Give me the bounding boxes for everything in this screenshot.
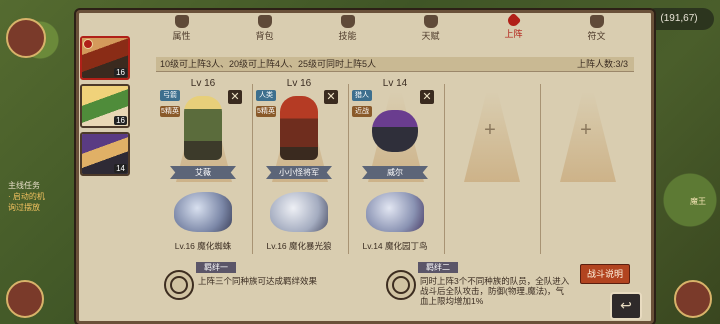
side-label: 魔王 — [690, 197, 706, 206]
deploy-slot[interactable]: Lv 14 猎人 近战 ✕ 威尔 Lv.14 魔化园丁鸟 — [348, 74, 442, 254]
quest-line: · 启动的机 — [8, 192, 45, 201]
hero-figure — [280, 96, 318, 160]
bond-section: 羁绊一 上阵三个同种族可达成羁绊效果 羁绊二 同时上阵3个不同种族的队员，全队进… — [156, 258, 634, 314]
back-button[interactable]: ↩ — [610, 292, 642, 320]
tab-label: 属性 — [172, 31, 191, 41]
hero-level: 16 — [114, 68, 127, 77]
hero-name: 威尔 — [362, 166, 428, 179]
tab-deploy[interactable]: 上阵 — [472, 12, 555, 42]
backpack-icon — [257, 15, 272, 28]
hero-name: 小小怪将军 — [266, 166, 332, 179]
hero-card[interactable]: 16 — [80, 36, 130, 80]
map-coordinates: (191,67) — [644, 8, 714, 30]
quest-line: 询过摆放 — [8, 203, 40, 212]
pet-label: Lv.16 魔化暴光狼 — [266, 241, 332, 251]
tab-label: 符文 — [587, 31, 606, 41]
class-tag: 近战 — [352, 106, 372, 117]
tab-label: 背包 — [255, 31, 274, 41]
remove-hero-button[interactable]: ✕ — [420, 90, 434, 104]
hero-figure — [184, 96, 222, 160]
deploy-slots: Lv 16 弓箭 5精英 ✕ 艾薇 Lv.16 魔化蜘蛛 Lv 16 人类 5精… — [156, 74, 634, 256]
tab-backpack[interactable]: 背包 — [223, 14, 306, 42]
slot-level: Lv 16 — [286, 78, 312, 89]
battle-help-button[interactable]: 战斗说明 — [580, 264, 630, 284]
pet-figure[interactable] — [270, 192, 328, 232]
tab-label: 天赋 — [421, 31, 440, 41]
quest-title: 主线任务 — [8, 181, 40, 190]
race-tag: 人类 — [256, 90, 276, 101]
selected-marker-icon — [83, 39, 93, 49]
deploy-count: 上阵人数:3/3 — [576, 59, 628, 69]
empty-slot[interactable]: + — [540, 74, 634, 254]
deploy-rule-text: 10级可上阵3人、20级可上阵4人、25级可同时上阵5人 — [160, 59, 377, 69]
flame-icon — [174, 15, 189, 28]
hero-figure — [372, 110, 418, 152]
hero-level: 16 — [114, 116, 127, 125]
race-tag: 弓箭 — [160, 90, 180, 101]
tab-runes[interactable]: 符文 — [555, 14, 638, 42]
race-tag: 猎人 — [352, 90, 372, 101]
bond-two: 羁绊二 同时上阵3个不同种族的队员，全队进入战斗后全队攻击，防御(物理,魔法)，… — [378, 260, 634, 310]
slot-level: Lv 14 — [382, 78, 408, 89]
tab-skills[interactable]: 技能 — [306, 14, 389, 42]
slot-level: Lv 16 — [190, 78, 216, 89]
hero-name: 艾薇 — [170, 166, 236, 179]
eye-icon — [423, 15, 438, 28]
tab-attributes[interactable]: 属性 — [140, 14, 223, 42]
player-avatar[interactable] — [6, 18, 46, 58]
add-hero-icon[interactable]: + — [480, 120, 500, 140]
bond-emblem-icon — [386, 270, 416, 300]
quest-tracker[interactable]: 主线任务 · 启动的机 询过摆放 — [8, 180, 72, 213]
class-tag: 5精英 — [160, 106, 180, 117]
pet-figure[interactable] — [366, 192, 424, 232]
hero-card[interactable]: 14 — [80, 132, 130, 176]
tab-talent[interactable]: 天赋 — [389, 14, 472, 42]
remove-hero-button[interactable]: ✕ — [324, 90, 338, 104]
rune-icon — [589, 15, 604, 28]
hero-level: 14 — [114, 164, 127, 173]
pet-figure[interactable] — [174, 192, 232, 232]
class-tag: 5精英 — [256, 106, 276, 117]
crossed-swords-icon — [505, 12, 522, 29]
menu-button[interactable] — [6, 280, 44, 318]
tab-label: 技能 — [338, 31, 357, 41]
map-button[interactable] — [674, 280, 712, 318]
bond-emblem-icon — [164, 270, 194, 300]
deploy-info-bar: 10级可上阵3人、20级可上阵4人、25级可同时上阵5人 上阵人数:3/3 — [156, 57, 634, 72]
deploy-slot[interactable]: Lv 16 弓箭 5精英 ✕ 艾薇 Lv.16 魔化蜘蛛 — [156, 74, 250, 254]
bond-one: 羁绊一 上阵三个同种族可达成羁绊效果 — [156, 260, 356, 310]
book-icon — [340, 15, 355, 28]
bond-desc: 同时上阵3个不同种族的队员，全队进入战斗后全队攻击，防御(物理,魔法)，气血上限… — [420, 276, 570, 306]
tab-label: 上阵 — [504, 29, 523, 39]
empty-slot[interactable]: + — [444, 74, 538, 254]
hero-card[interactable]: 16 — [80, 84, 130, 128]
bond-title: 羁绊一 — [196, 262, 236, 273]
add-hero-icon[interactable]: + — [576, 120, 596, 140]
bond-title: 羁绊二 — [418, 262, 458, 273]
pet-label: Lv.14 魔化园丁鸟 — [362, 241, 428, 251]
deploy-slot[interactable]: Lv 16 人类 5精英 ✕ 小小怪将军 Lv.16 魔化暴光狼 — [252, 74, 346, 254]
remove-hero-button[interactable]: ✕ — [228, 90, 242, 104]
tab-bar: 属性 背包 技能 天赋 上阵 符文 — [140, 12, 638, 42]
bond-desc: 上阵三个同种族可达成羁绊效果 — [198, 276, 318, 286]
hero-list: 16 16 14 — [80, 36, 130, 180]
pet-label: Lv.16 魔化蜘蛛 — [174, 241, 232, 251]
